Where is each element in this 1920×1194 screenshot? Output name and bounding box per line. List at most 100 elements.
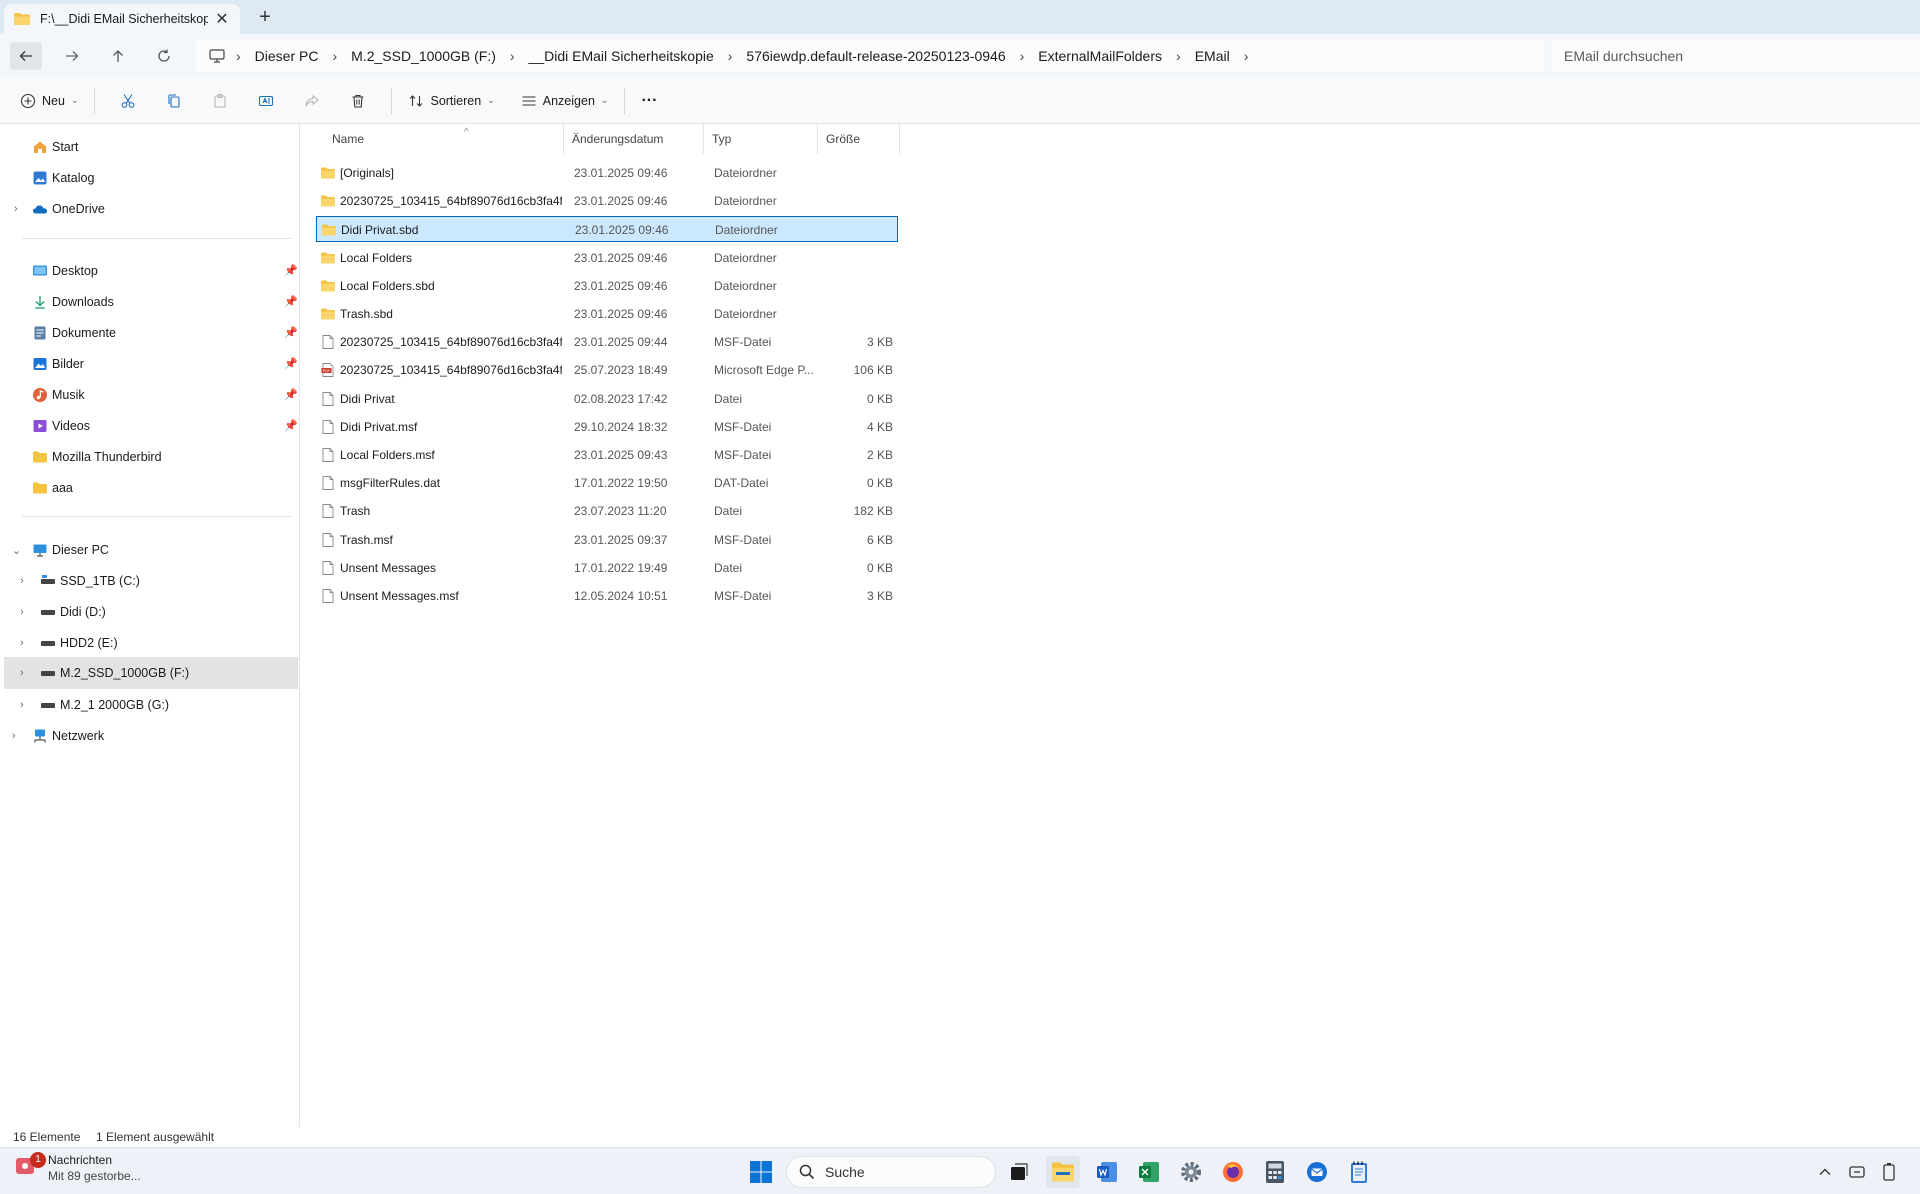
file-row[interactable]: Local Folders.sbd 23.01.2025 09:46 Dateior…	[316, 273, 898, 299]
more-button[interactable]: ···	[635, 85, 663, 117]
taskbar-firefox[interactable]	[1216, 1156, 1250, 1188]
sidebar-item-network[interactable]: › Netzwerk	[12, 721, 104, 751]
view-button[interactable]: Anzeigen ⌄	[515, 85, 615, 117]
file-row[interactable]: Trash.msf 23.01.2025 09:37 MSF-Datei 6 KB	[316, 527, 898, 553]
rename-button[interactable]	[243, 85, 289, 117]
paste-button[interactable]	[197, 85, 243, 117]
task-view-button[interactable]	[1002, 1156, 1036, 1188]
file-row[interactable]: Didi Privat.sbd 23.01.2025 09:46 Dateiordn…	[316, 216, 898, 243]
copy-button[interactable]	[151, 85, 197, 117]
arrow-right-icon	[66, 51, 79, 61]
chevron-right-icon[interactable]: ›	[20, 667, 40, 679]
column-name[interactable]: Name ^	[324, 124, 564, 154]
column-size[interactable]: Größe	[818, 124, 900, 154]
file-row[interactable]: Local Folders 23.01.2025 09:46 Dateiordner	[316, 245, 898, 271]
file-type: Datei	[714, 391, 743, 406]
sidebar-item-downloads[interactable]: Downloads	[32, 287, 114, 317]
breadcrumb[interactable]: › Dieser PC › M.2_SSD_1000GB (F:) › __Di…	[196, 40, 1544, 72]
sidebar-item-onedrive[interactable]: › OneDrive	[14, 194, 105, 224]
chevron-down-icon[interactable]: ⌄	[12, 544, 32, 557]
chevron-right-icon[interactable]: ›	[20, 637, 40, 649]
file-row[interactable]: Trash.sbd 23.01.2025 09:46 Dateiordner	[316, 301, 898, 327]
column-type[interactable]: Typ	[704, 124, 818, 154]
taskbar-excel[interactable]	[1132, 1156, 1166, 1188]
sidebar-item-desktop[interactable]: Desktop	[32, 256, 300, 286]
crumb-external[interactable]: ExternalMailFolders	[1028, 48, 1172, 64]
tray-battery[interactable]	[1872, 1156, 1906, 1188]
command-bar: Neu ⌄ Sortieren ⌄ Anzeigen ⌄ ···	[0, 78, 1920, 124]
sidebar-item-drive-e[interactable]: › HDD2 (E:)	[20, 628, 118, 658]
column-date[interactable]: Änderungsdatum	[564, 124, 704, 154]
chevron-right-icon[interactable]: ›	[1240, 48, 1253, 64]
sidebar-item-bilder[interactable]: Bilder	[32, 349, 84, 379]
taskbar-explorer[interactable]	[1046, 1156, 1080, 1188]
chevron-right-icon[interactable]: ›	[20, 575, 40, 587]
sidebar-item-katalog[interactable]: Katalog	[32, 163, 94, 193]
sidebar-item-aaa[interactable]: aaa	[32, 473, 73, 503]
file-row[interactable]: PDF 20230725_103415_64bf89076d16cb3fa4f..…	[316, 357, 898, 383]
share-button[interactable]	[289, 85, 335, 117]
sidebar-item-musik[interactable]: Musik	[32, 380, 85, 410]
file-row[interactable]: Unsent Messages 17.01.2022 19:49 Datei 0 KB	[316, 555, 898, 581]
news-widget[interactable]: 1 Nachrichten Mit 89 gestorbe...	[14, 1152, 141, 1184]
file-row[interactable]: [Originals] 23.01.2025 09:46 Dateiordner	[316, 160, 898, 186]
new-tab-button[interactable]: +	[254, 6, 276, 29]
new-button[interactable]: Neu ⌄	[14, 85, 84, 117]
file-row[interactable]: Trash 23.07.2023 11:20 Datei 182 KB	[316, 498, 898, 524]
sidebar-item-drive-g[interactable]: › M.2_1 2000GB (G:)	[20, 690, 169, 720]
crumb-this-pc[interactable]: Dieser PC	[245, 48, 329, 64]
crumb-drive[interactable]: M.2_SSD_1000GB (F:)	[341, 48, 506, 64]
up-button[interactable]	[102, 42, 134, 70]
file-date: 02.08.2023 17:42	[574, 391, 668, 406]
chevron-right-icon[interactable]: ›	[12, 730, 32, 742]
search-box[interactable]	[1552, 40, 1920, 72]
sidebar-item-drive-c[interactable]: › SSD_1TB (C:)	[20, 566, 140, 596]
chevron-right-icon[interactable]: ›	[20, 699, 40, 711]
tray-network[interactable]	[1840, 1156, 1874, 1188]
taskbar-settings[interactable]	[1174, 1156, 1208, 1188]
file-row[interactable]: msgFilterRules.dat 17.01.2022 19:50 DAT-Da…	[316, 470, 898, 496]
file-row[interactable]: Unsent Messages.msf 12.05.2024 10:51 MSF-D…	[316, 583, 898, 609]
tray-overflow-button[interactable]	[1808, 1156, 1842, 1188]
file-row[interactable]: 20230725_103415_64bf89076d16cb3fa4f... 23…	[316, 329, 898, 355]
chevron-right-icon: ›	[1019, 48, 1025, 64]
sidebar-item-drive-d[interactable]: › Didi (D:)	[20, 597, 106, 627]
arrow-up-icon	[113, 50, 123, 62]
sidebar-item-drive-f[interactable]: › M.2_SSD_1000GB (F:)	[4, 657, 298, 689]
window-tab[interactable]: F:\__Didi EMail Sicherheitskopi ✕	[4, 4, 240, 34]
crumb-profile[interactable]: 576iewdp.default-release-20250123-0946	[736, 48, 1015, 64]
file-row[interactable]: 20230725_103415_64bf89076d16cb3fa4f... 23…	[316, 188, 898, 214]
crumb-backup-folder[interactable]: __Didi EMail Sicherheitskopie	[519, 48, 724, 64]
taskbar-word[interactable]	[1090, 1156, 1124, 1188]
file-size	[821, 245, 893, 271]
file-icon	[322, 391, 334, 406]
sidebar-item-videos[interactable]: Videos	[32, 411, 90, 441]
crumb-email[interactable]: EMail	[1185, 48, 1240, 64]
refresh-button[interactable]	[148, 42, 180, 70]
file-size: 4 KB	[866, 419, 893, 434]
close-tab-icon[interactable]: ✕	[214, 9, 230, 29]
sidebar-item-dokumente[interactable]: Dokumente	[32, 318, 116, 348]
taskbar-notepad[interactable]	[1342, 1156, 1376, 1188]
taskbar-calculator[interactable]	[1258, 1156, 1292, 1188]
taskbar-search[interactable]: Suche	[786, 1156, 996, 1188]
forward-button[interactable]	[56, 42, 88, 70]
chevron-right-icon[interactable]: ›	[20, 606, 40, 618]
sidebar-item-thunderbird[interactable]: Mozilla Thunderbird	[32, 442, 162, 472]
chevron-right-icon[interactable]: ›	[14, 203, 32, 215]
search-input[interactable]	[1564, 48, 1908, 64]
file-row[interactable]: Didi Privat.msf 29.10.2024 18:32 MSF-Datei…	[316, 414, 898, 440]
back-button[interactable]	[10, 42, 42, 70]
file-row[interactable]: Didi Privat 02.08.2023 17:42 Datei 0 KB	[316, 386, 898, 412]
file-row[interactable]: Local Folders.msf 23.01.2025 09:43 MSF-Dat…	[316, 442, 898, 468]
cut-button[interactable]	[105, 85, 151, 117]
plus-circle-icon	[20, 93, 36, 108]
start-button[interactable]	[744, 1156, 778, 1188]
delete-button[interactable]	[335, 85, 381, 117]
sidebar-item-this-pc[interactable]: ⌄ Dieser PC	[12, 535, 109, 565]
sort-button[interactable]: Sortieren ⌄	[402, 85, 500, 117]
file-type: Datei	[714, 560, 743, 575]
file-size: 182 KB	[853, 504, 893, 519]
taskbar-thunderbird[interactable]	[1300, 1156, 1334, 1188]
sidebar-item-start[interactable]: Start	[32, 132, 78, 162]
